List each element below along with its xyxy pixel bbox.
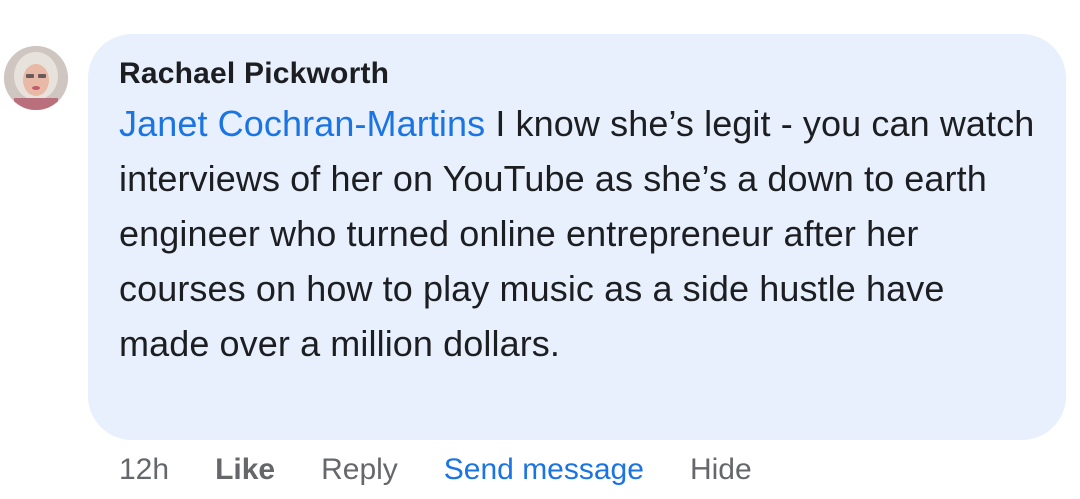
like-button[interactable]: Like bbox=[215, 453, 275, 487]
timestamp[interactable]: 12h bbox=[119, 453, 169, 487]
comment-body: Janet Cochran-Martins I know she’s legit… bbox=[119, 96, 1036, 371]
comment-bubble: Rachael Pickworth Janet Cochran-Martins … bbox=[88, 34, 1066, 440]
hide-button[interactable]: Hide bbox=[690, 453, 752, 487]
comment-actions: 12h Like Reply Send message Hide bbox=[119, 450, 798, 490]
comment-author[interactable]: Rachael Pickworth bbox=[119, 56, 1036, 96]
reply-button[interactable]: Reply bbox=[321, 453, 398, 487]
avatar[interactable] bbox=[4, 46, 68, 110]
avatar-image bbox=[4, 46, 68, 110]
send-message-button[interactable]: Send message bbox=[444, 453, 644, 487]
comment: Rachael Pickworth Janet Cochran-Martins … bbox=[0, 0, 1080, 499]
mention-link[interactable]: Janet Cochran-Martins bbox=[119, 103, 485, 144]
